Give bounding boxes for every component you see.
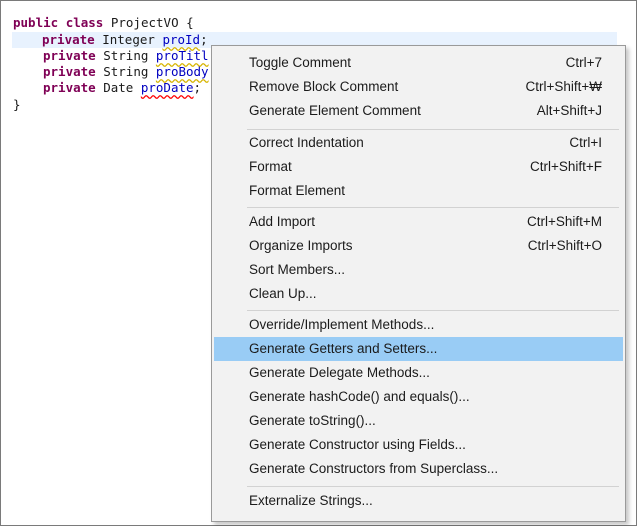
menu-separator: [247, 486, 619, 487]
keyword-private: private: [43, 48, 96, 63]
field-name: proBody: [155, 64, 209, 79]
menu-item-shortcut: Alt+Shift+J: [536, 103, 602, 118]
code-line-probody: private String proBody: [13, 64, 209, 80]
closing-brace: }: [13, 97, 21, 112]
menu-item-clean-up[interactable]: Clean Up...: [214, 282, 623, 306]
menu-item-sort-members[interactable]: Sort Members...: [214, 258, 623, 282]
keyword-private: private: [42, 32, 95, 47]
menu-item-shortcut: Ctrl+Shift+F: [529, 159, 602, 174]
menu-item-shortcut: Ctrl+Shift+₩: [525, 79, 602, 94]
code-line-prodate: private Date proDate;: [13, 80, 201, 96]
menu-item-label: Format Element: [249, 183, 346, 198]
code-line-protitle: private String proTitl: [13, 48, 209, 64]
menu-separator: [247, 207, 619, 208]
menu-item-label: Generate toString()...: [249, 413, 376, 428]
menu-separator: [247, 310, 619, 311]
type-name: String: [103, 64, 149, 79]
menu-item-externalize-strings[interactable]: Externalize Strings...: [214, 489, 623, 513]
menu-item-remove-block-comment[interactable]: Remove Block Comment Ctrl+Shift+₩: [214, 75, 623, 99]
menu-item-override-implement-methods[interactable]: Override/Implement Methods...: [214, 313, 623, 337]
menu-item-generate-constructor-fields[interactable]: Generate Constructor using Fields...: [214, 433, 623, 457]
keyword-public: public: [13, 15, 59, 30]
menu-item-label: Generate Element Comment: [249, 103, 421, 118]
menu-item-label: Generate Constructors from Superclass...: [249, 461, 499, 476]
class-name: ProjectVO {: [110, 15, 194, 30]
menu-item-label: Add Import: [249, 214, 316, 229]
type-name: Integer: [102, 32, 155, 47]
menu-item-label: Toggle Comment: [249, 55, 352, 70]
menu-item-shortcut: Ctrl+7: [565, 55, 602, 70]
menu-item-format[interactable]: Format Ctrl+Shift+F: [214, 155, 623, 179]
code-line-class-declaration: public class ProjectVO {: [13, 15, 194, 31]
keyword-private: private: [43, 80, 96, 95]
menu-item-generate-delegate-methods[interactable]: Generate Delegate Methods...: [214, 361, 623, 385]
menu-item-label: Format: [249, 159, 292, 174]
menu-item-label: Override/Implement Methods...: [249, 317, 435, 332]
menu-item-correct-indentation[interactable]: Correct Indentation Ctrl+I: [214, 131, 623, 155]
menu-item-label: Remove Block Comment: [249, 79, 399, 94]
field-name: proTitl: [155, 48, 209, 63]
statement-end: ;: [200, 32, 208, 47]
code-line-closing-brace: }: [13, 97, 21, 113]
menu-item-label: Correct Indentation: [249, 135, 364, 150]
menu-item-shortcut: Ctrl+Shift+M: [526, 214, 602, 229]
menu-item-shortcut: Ctrl+Shift+O: [527, 238, 602, 253]
keyword-private: private: [43, 64, 96, 79]
menu-item-organize-imports[interactable]: Organize Imports Ctrl+Shift+O: [214, 234, 623, 258]
menu-item-label: Sort Members...: [249, 262, 346, 277]
menu-item-label: Generate Getters and Setters...: [249, 341, 438, 356]
menu-item-label: Clean Up...: [249, 286, 317, 301]
menu-item-generate-element-comment[interactable]: Generate Element Comment Alt+Shift+J: [214, 99, 623, 123]
type-name: String: [103, 48, 149, 63]
menu-item-toggle-comment[interactable]: Toggle Comment Ctrl+7: [214, 51, 623, 75]
menu-item-shortcut: Ctrl+I: [569, 135, 602, 150]
context-menu: Toggle Comment Ctrl+7 Remove Block Comme…: [211, 45, 626, 522]
menu-item-label: Externalize Strings...: [249, 493, 373, 508]
menu-item-generate-tostring[interactable]: Generate toString()...: [214, 409, 623, 433]
type-name: Date: [103, 80, 134, 95]
menu-item-add-import[interactable]: Add Import Ctrl+Shift+M: [214, 210, 623, 234]
menu-item-generate-getters-setters[interactable]: Generate Getters and Setters...: [214, 337, 623, 361]
menu-item-format-element[interactable]: Format Element: [214, 179, 623, 203]
keyword-class: class: [65, 15, 104, 30]
menu-item-label: Generate Delegate Methods...: [249, 365, 430, 380]
statement-end: ;: [193, 80, 202, 95]
menu-item-generate-constructors-superclass[interactable]: Generate Constructors from Superclass...: [214, 457, 623, 481]
menu-item-generate-hashcode-equals[interactable]: Generate hashCode() and equals()...: [214, 385, 623, 409]
field-name: proDate: [140, 80, 194, 95]
menu-item-label: Organize Imports: [249, 238, 353, 253]
menu-item-label: Generate hashCode() and equals()...: [249, 389, 470, 404]
menu-separator: [247, 129, 619, 130]
field-name: proId: [162, 32, 201, 47]
menu-item-label: Generate Constructor using Fields...: [249, 437, 466, 452]
